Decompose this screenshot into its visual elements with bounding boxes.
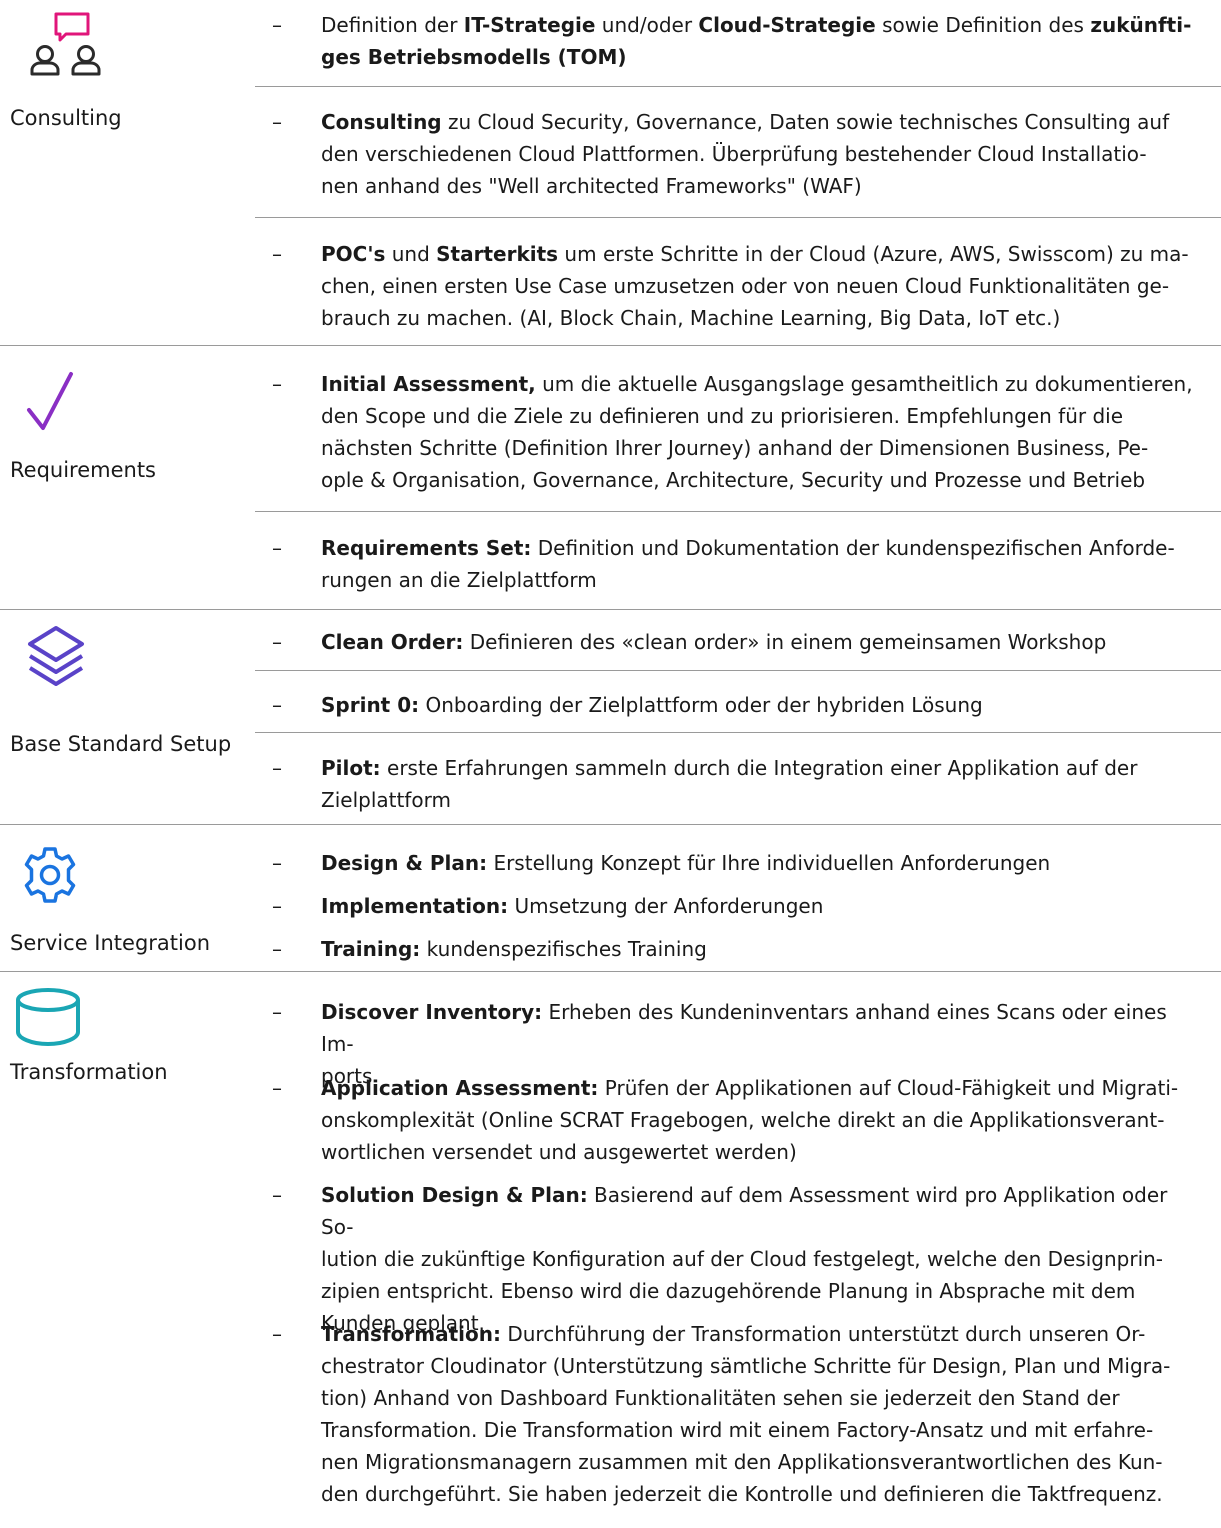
divider bbox=[255, 86, 1221, 87]
bullet-dash: – bbox=[272, 756, 282, 780]
list-item: Solution Design & Plan: Basierend auf de… bbox=[321, 1183, 1168, 1335]
bullet-dash: – bbox=[272, 110, 282, 134]
list-item: Consulting zu Cloud Security, Governance… bbox=[321, 110, 1170, 198]
list-item: POC's und Starterkits um erste Schritte … bbox=[321, 242, 1189, 330]
list-item: Training: kundenspezifisches Training bbox=[321, 937, 707, 961]
list-item: Transformation: Durchführung der Transfo… bbox=[321, 1322, 1171, 1506]
bullet-dash: – bbox=[272, 13, 282, 37]
section-label-base-standard-setup: Base Standard Setup bbox=[10, 732, 232, 756]
list-item: Design & Plan: Erstellung Konzept für Ih… bbox=[321, 851, 1051, 875]
gear-icon bbox=[24, 847, 76, 903]
bullet-dash: – bbox=[272, 536, 282, 560]
section-requirements: Requirements – Initial Assessment, um di… bbox=[0, 346, 1221, 609]
people-chat-icon bbox=[30, 12, 101, 76]
list-item: Initial Assessment, um die aktuelle Ausg… bbox=[321, 372, 1193, 492]
list-item: Pilot: erste Erfahrungen sammeln durch d… bbox=[321, 756, 1138, 812]
section-service-integration: Service Integration – Design & Plan: Ers… bbox=[0, 825, 1221, 971]
list-item: Clean Order: Definieren des «clean order… bbox=[321, 630, 1107, 654]
section-label-transformation: Transformation bbox=[10, 1060, 168, 1084]
bullet-dash: – bbox=[272, 1183, 282, 1207]
divider bbox=[255, 732, 1221, 733]
section-consulting: Consulting – Definition der IT-Strategie… bbox=[0, 0, 1221, 345]
bullet-dash: – bbox=[272, 693, 282, 717]
section-label-consulting: Consulting bbox=[10, 106, 122, 130]
layers-icon bbox=[28, 626, 84, 686]
bullet-dash: – bbox=[272, 1000, 282, 1024]
list-item: Requirements Set: Definition und Dokumen… bbox=[321, 536, 1175, 592]
bullet-dash: – bbox=[272, 851, 282, 875]
section-label-service-integration: Service Integration bbox=[10, 931, 211, 955]
database-icon bbox=[16, 988, 80, 1047]
list-item: Implementation: Umsetzung der Anforderun… bbox=[321, 894, 824, 918]
bullet-dash: – bbox=[272, 1322, 282, 1346]
section-transformation: Transformation – Discover Inventory: Erh… bbox=[0, 972, 1221, 1528]
bullet-dash: – bbox=[272, 630, 282, 654]
list-item: Sprint 0: Onboarding der Zielplattform o… bbox=[321, 693, 983, 717]
bullet-dash: – bbox=[272, 1076, 282, 1100]
divider bbox=[255, 670, 1221, 671]
checkmark-icon bbox=[27, 372, 73, 430]
section-base-standard-setup: Base Standard Setup – Clean Order: Defin… bbox=[0, 610, 1221, 824]
list-item: Definition der IT-Strategie und/oder Clo… bbox=[321, 13, 1192, 69]
divider bbox=[255, 217, 1221, 218]
divider bbox=[255, 511, 1221, 512]
bullet-dash: – bbox=[272, 242, 282, 266]
bullet-dash: – bbox=[272, 372, 282, 396]
bullet-dash: – bbox=[272, 894, 282, 918]
list-item: Application Assessment: Prüfen der Appli… bbox=[321, 1076, 1179, 1164]
section-label-requirements: Requirements bbox=[10, 458, 156, 482]
bullet-dash: – bbox=[272, 937, 282, 961]
